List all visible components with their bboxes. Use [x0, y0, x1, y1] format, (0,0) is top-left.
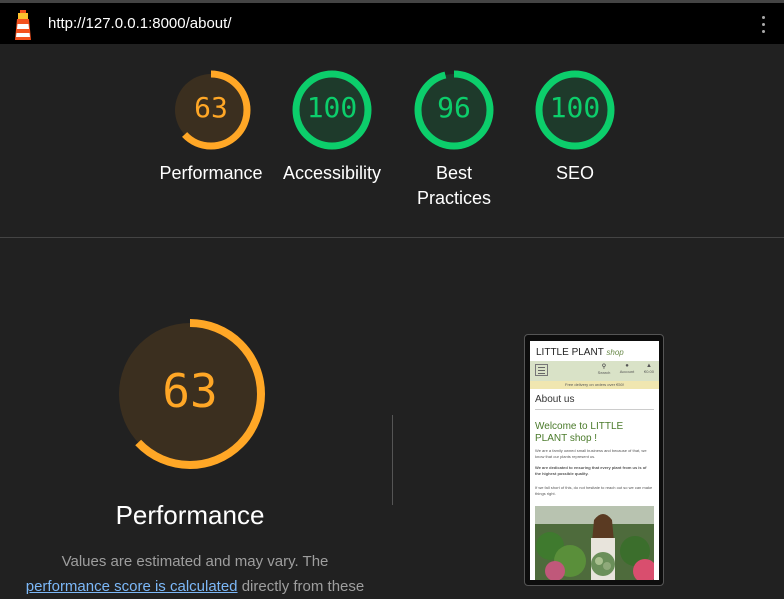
gauge-best-practices-score: 96 — [437, 91, 471, 124]
performance-big-score: 63 — [162, 364, 218, 418]
performance-title: Performance — [115, 500, 265, 530]
gauge-accessibility-score: 100 — [306, 91, 358, 124]
description-suffix: directly from these — [241, 578, 365, 595]
preview-delivery-banner: Free delivery on orders over €50! — [530, 381, 659, 389]
page-url[interactable]: http://127.0.0.1:8000/about/ — [48, 15, 232, 32]
performance-big-gauge: 63 — [110, 314, 270, 474]
preview-welcome: Welcome to LITTLE PLANT shop ! — [535, 421, 624, 444]
preview-search: ⚲ Search — [597, 364, 611, 375]
preview-paragraph-3: If we fall short of this, do not hesitat… — [535, 485, 653, 496]
performance-description: Values are estimated and may vary. The p… — [10, 549, 380, 599]
gauge-seo-score: 100 — [549, 91, 601, 124]
preview-account-label: Account — [619, 369, 635, 374]
preview-account: ● Account — [619, 363, 635, 374]
preview-brand-sub: shop — [606, 348, 624, 357]
gauge-accessibility-label: Accessibility — [282, 163, 382, 183]
more-options-icon[interactable] — [762, 16, 766, 37]
preview-plant-shop-photo — [535, 506, 654, 580]
preview-rule — [535, 409, 654, 410]
browser-toolbar: http://127.0.0.1:8000/about/ — [0, 0, 784, 44]
preview-cart: ▲ €0.00 — [643, 363, 654, 374]
preview-paragraph-2: We are dedicated to ensuring that every … — [535, 465, 647, 476]
preview-paragraph-1: We are a family owned small business and… — [535, 448, 647, 459]
lighthouse-icon — [15, 10, 31, 40]
description-prefix: Values are estimated and may vary. The — [61, 553, 329, 570]
preview-cart-label: €0.00 — [643, 369, 654, 374]
performance-score-link[interactable]: performance score is calculated — [26, 578, 238, 595]
preview-menu-icon — [535, 364, 548, 376]
preview-brand: LITTLE PLANT shop — [536, 347, 624, 358]
gauge-seo[interactable]: 100 — [532, 67, 618, 153]
gauge-best-practices-label: Best Practices — [416, 163, 492, 208]
gauge-performance[interactable]: 63 — [168, 67, 254, 153]
vertical-divider — [392, 415, 393, 505]
preview-search-label: Search — [597, 370, 611, 375]
preview-navbar: ⚲ Search ● Account ▲ €0.00 — [530, 361, 659, 381]
gauge-best-practices[interactable]: 96 — [411, 67, 497, 153]
gauge-seo-label: SEO — [555, 163, 594, 183]
preview-brand-name: LITTLE PLANT — [536, 347, 604, 358]
gauge-accessibility[interactable]: 100 — [289, 67, 375, 153]
gauge-performance-score: 63 — [194, 91, 228, 124]
preview-heading: About us — [535, 394, 575, 405]
preview-screen: LITTLE PLANT shop ⚲ Search ● Account ▲ €0.0… — [530, 341, 659, 580]
section-divider — [0, 237, 784, 238]
page-screenshot-preview[interactable]: LITTLE PLANT shop ⚲ Search ● Account ▲ €0.0… — [524, 334, 664, 586]
gauge-performance-label: Performance — [159, 163, 263, 183]
